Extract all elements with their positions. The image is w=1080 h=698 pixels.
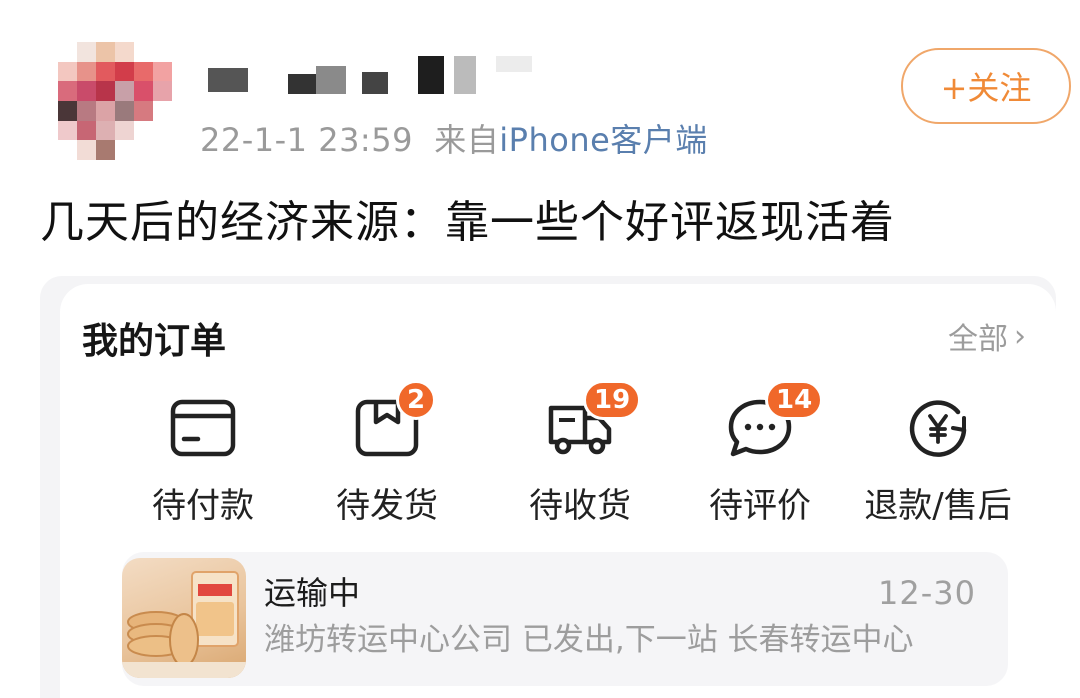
- tab-refund-aftersale[interactable]: 退款/售后: [858, 388, 1018, 526]
- tab-refund-aftersale-label: 退款/售后: [864, 486, 1012, 526]
- avatar[interactable]: [58, 42, 172, 160]
- post-timestamp: 22-1-1 23:59: [200, 121, 413, 159]
- username-censored[interactable]: [206, 52, 536, 94]
- all-orders-link[interactable]: 全部 ›: [948, 314, 1026, 358]
- tab-pending-shipment[interactable]: 2 待发货: [307, 380, 467, 526]
- orders-title: 我的订单: [82, 321, 227, 362]
- pending-shipment-badge: 2: [396, 380, 437, 420]
- tab-pending-review-label: 待评价: [709, 486, 811, 526]
- all-orders-label: 全部: [948, 322, 1008, 357]
- weibo-post: 22-1-1 23:59 来自iPhone客户端 +关注 几天后的经济来源：靠一…: [0, 0, 1080, 698]
- shipment-status: 运输中: [264, 574, 361, 612]
- shipment-item[interactable]: 运输中 12-30 潍坊转运中心公司 已发出,下一站 长春转运中心: [122, 552, 1008, 686]
- tab-pending-review[interactable]: 14 待评价: [680, 380, 840, 526]
- chat-bubble-icon: 14: [725, 380, 824, 460]
- post-source-prefix: 来自: [434, 121, 500, 159]
- product-thumbnail: [122, 558, 246, 678]
- embedded-screenshot: 我的订单 全部 › 待付款 2 待发货 19 待收货 14 待评价 退款/售后 …: [40, 276, 1056, 698]
- delivery-truck-icon: 19: [545, 380, 642, 460]
- tab-pending-receipt[interactable]: 19 待收货: [500, 380, 660, 526]
- chevron-right-icon: ›: [1014, 318, 1026, 354]
- wallet-card-icon: [168, 396, 238, 460]
- post-text: 几天后的经济来源：靠一些个好评返现活着: [40, 197, 895, 248]
- tab-pending-payment[interactable]: 待付款: [123, 388, 283, 526]
- pending-review-badge: 14: [765, 380, 824, 420]
- follow-button[interactable]: +关注: [901, 48, 1071, 124]
- tab-pending-shipment-label: 待发货: [336, 486, 438, 526]
- post-source-client[interactable]: iPhone客户端: [499, 121, 708, 159]
- pending-receipt-badge: 19: [583, 380, 642, 420]
- package-box-icon: 2: [352, 380, 437, 460]
- tab-pending-receipt-label: 待收货: [529, 486, 631, 526]
- shipment-detail: 潍坊转运中心公司 已发出,下一站 长春转运中心: [264, 622, 914, 658]
- tab-pending-payment-label: 待付款: [152, 486, 254, 526]
- shipment-date: 12-30: [878, 574, 976, 612]
- post-meta: 22-1-1 23:59 来自iPhone客户端: [200, 115, 708, 161]
- my-orders-card: 我的订单 全部 › 待付款 2 待发货 19 待收货 14 待评价 退款/售后 …: [60, 284, 1056, 698]
- yuan-refund-icon: [903, 396, 973, 460]
